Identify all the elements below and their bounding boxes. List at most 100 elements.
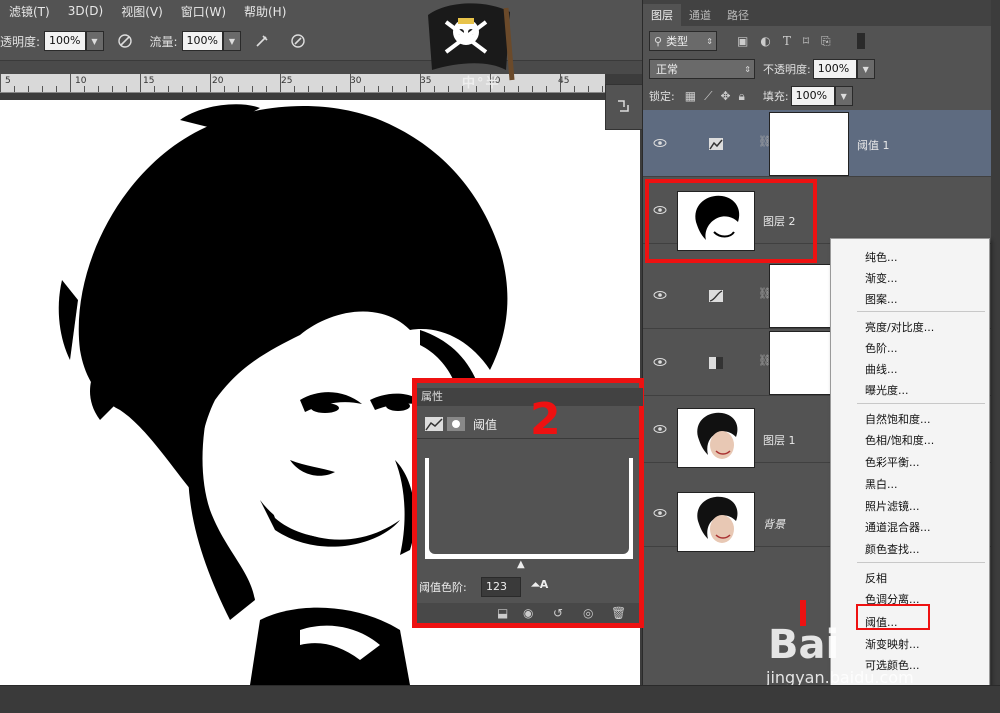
filter-shape-icon[interactable]: ⌑	[803, 34, 809, 48]
layer-mask-thumbnail[interactable]	[769, 264, 833, 328]
menu-help[interactable]: 帮助(H)	[235, 3, 295, 20]
properties-footer: ⬓ ◉ ↺ ◎ 🗑︎	[417, 603, 639, 623]
menu-item-photo-filter[interactable]: 照片滤镜...	[865, 498, 920, 514]
flow-field[interactable]: 100%	[181, 31, 223, 51]
lock-move-icon[interactable]: ✥	[720, 89, 730, 103]
ruler-tick	[168, 86, 169, 92]
filter-type-icon[interactable]: T	[783, 34, 791, 48]
lock-transparent-icon[interactable]: ▦	[685, 89, 696, 103]
menu-filter[interactable]: 滤镜(T)	[0, 3, 59, 20]
lock-brush-icon[interactable]: ⟋	[704, 89, 712, 104]
opacity-field[interactable]: 100%	[44, 31, 86, 51]
menu-item-color-lookup[interactable]: 颜色查找...	[865, 541, 920, 557]
menu-item-pattern[interactable]: 图案...	[865, 291, 898, 307]
tab-paths[interactable]: 路径	[719, 4, 757, 26]
fill-dropdown-button[interactable]: ▼	[834, 86, 853, 106]
opacity-dropdown-button[interactable]: ▼	[85, 31, 104, 51]
menu-window[interactable]: 窗口(W)	[172, 3, 235, 20]
opacity-label: 透明度:	[0, 34, 41, 49]
clip-to-layer-icon[interactable]: ⬓	[497, 606, 508, 620]
collapsed-panel-dock[interactable]	[605, 84, 644, 130]
layer-name[interactable]: 图层 1	[763, 432, 796, 448]
ruler-tick	[532, 86, 533, 92]
layer-mask-thumbnail[interactable]	[769, 112, 849, 176]
layer-thumbnail[interactable]	[677, 492, 755, 552]
threshold-slider-handle[interactable]: ▲	[517, 559, 525, 570]
filter-toggle-switch[interactable]	[856, 33, 865, 49]
layer-name[interactable]: 背景	[763, 516, 785, 532]
flow-dropdown-button[interactable]: ▼	[223, 31, 241, 51]
divider	[417, 438, 639, 439]
menu-item-gradient-map[interactable]: 渐变映射...	[865, 636, 920, 652]
mask-icon[interactable]	[447, 417, 465, 431]
filter-kind-select[interactable]: ⚲ 类型 ⇕	[649, 31, 717, 51]
menu-item-invert[interactable]: 反相	[865, 570, 887, 586]
ruler-tick	[364, 86, 365, 92]
pressure-opacity-icon[interactable]	[114, 30, 136, 52]
fill-field[interactable]: 100%	[790, 86, 835, 106]
layer-thumbnail[interactable]	[677, 408, 755, 468]
lock-all-icon[interactable]: 🔒︎	[739, 89, 745, 104]
menu-item-solid-color[interactable]: 纯色...	[865, 249, 898, 265]
adjustment-name: 阈值	[473, 418, 498, 432]
menu-item-curves[interactable]: 曲线...	[865, 361, 898, 377]
properties-panel: 属性 阈值 ▲ 阈值色阶: 123 ⏶A ⬓ ◉ ↺ ◎ 🗑︎	[412, 378, 644, 628]
eye-icon[interactable]	[653, 136, 667, 150]
ruler-tick	[210, 74, 211, 92]
ruler-tick	[112, 86, 113, 92]
ruler-tick	[0, 74, 1, 92]
menu-item-channel-mixer[interactable]: 通道混合器...	[865, 519, 931, 535]
view-previous-icon[interactable]: ◉	[523, 606, 533, 620]
ruler-label: 25	[281, 76, 293, 86]
menu-item-color-balance[interactable]: 色彩平衡...	[865, 454, 920, 470]
menu-item-exposure[interactable]: 曝光度...	[865, 382, 909, 398]
ruler-tick	[84, 86, 85, 92]
layer-opacity-dropdown-button[interactable]: ▼	[856, 59, 875, 79]
menu-item-brightness-contrast[interactable]: 亮度/对比度...	[865, 319, 934, 335]
ruler-label: 10	[75, 76, 87, 86]
eye-icon[interactable]	[653, 355, 667, 369]
ruler-tick	[280, 74, 281, 92]
ruler-tick	[238, 86, 239, 92]
threshold-histogram	[425, 458, 633, 559]
menu-item-vibrance[interactable]: 自然饱和度...	[865, 411, 931, 427]
visibility-eye-icon[interactable]: ◎	[583, 606, 593, 620]
tab-layers[interactable]: 图层	[643, 4, 681, 26]
menu-3d[interactable]: 3D(D)	[59, 4, 112, 18]
eye-icon[interactable]	[653, 422, 667, 436]
ruler-label: 30	[350, 76, 362, 86]
menu-item-gradient[interactable]: 渐变...	[865, 270, 898, 286]
filter-pixel-icon[interactable]: ▣	[737, 34, 748, 48]
eye-icon[interactable]	[653, 288, 667, 302]
curves-adjustment-icon	[709, 290, 723, 302]
ruler-tick	[406, 86, 407, 92]
ruler-tick	[126, 86, 127, 92]
blend-mode-select[interactable]: 正常 ⇕	[649, 59, 755, 79]
ruler-tick	[336, 86, 337, 92]
ruler-tick	[252, 86, 253, 92]
layer-mask-thumbnail[interactable]	[769, 331, 833, 395]
threshold-adjustment-icon	[425, 417, 443, 431]
filter-smartobject-icon[interactable]: ⎘	[821, 34, 831, 49]
airbrush-icon[interactable]	[251, 30, 273, 52]
highlight-box-layer2	[645, 179, 817, 263]
layer-opacity-field[interactable]: 100%	[812, 59, 857, 79]
layer-opacity-label: 不透明度:	[763, 63, 811, 76]
threshold-level-field[interactable]: 123	[481, 577, 521, 597]
layer-name[interactable]: 阈值 1	[857, 137, 890, 153]
reset-icon[interactable]: ↺	[553, 606, 563, 620]
menu-item-levels[interactable]: 色阶...	[865, 340, 898, 356]
menu-view[interactable]: 视图(V)	[112, 3, 172, 20]
pressure-size-icon[interactable]	[287, 30, 309, 52]
menu-item-hue-saturation[interactable]: 色相/饱和度...	[865, 432, 934, 448]
menu-bar: 滤镜(T) 3D(D) 视图(V) 窗口(W) 帮助(H)	[0, 0, 642, 22]
filter-adjustment-icon[interactable]: ◐	[760, 34, 770, 48]
eye-icon[interactable]	[653, 506, 667, 520]
ruler-tick	[350, 74, 351, 92]
menu-item-black-white[interactable]: 黑白...	[865, 476, 898, 492]
trash-icon[interactable]: 🗑︎	[611, 606, 626, 620]
tab-channels[interactable]: 通道	[681, 4, 719, 26]
auto-threshold-icon[interactable]: ⏶A	[531, 578, 548, 592]
layer-row-threshold[interactable]: ⛓ 阈值 1	[643, 110, 991, 177]
history-panel-icon[interactable]	[614, 97, 634, 117]
